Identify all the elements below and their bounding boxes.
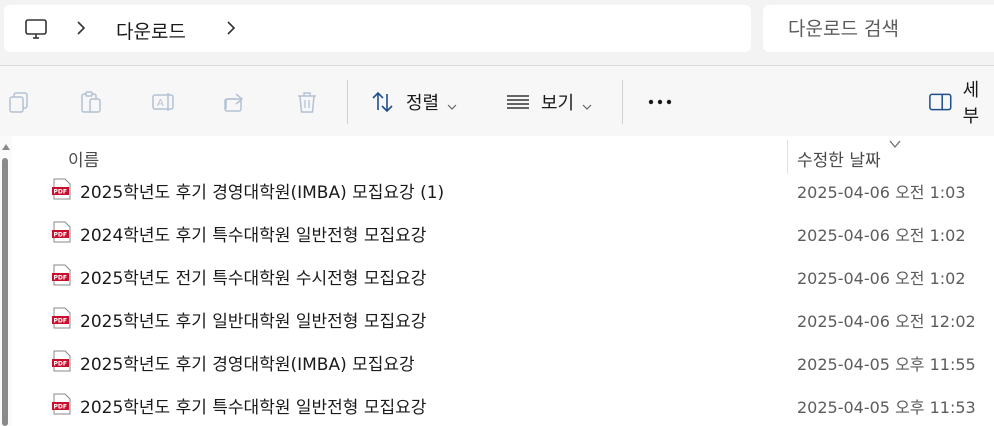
paste-icon	[81, 91, 101, 113]
view-label: 보기	[541, 93, 575, 114]
details-pane-button[interactable]: 세부	[928, 80, 994, 127]
trash-icon	[298, 92, 316, 113]
share-button[interactable]	[222, 88, 248, 116]
svg-text:PDF: PDF	[54, 361, 67, 368]
rename-icon: A	[152, 93, 174, 111]
view-button[interactable]: 보기	[505, 88, 592, 116]
pdf-file-icon: PDF	[52, 393, 72, 415]
file-date-modified: 2025-04-05 오후 11:55	[797, 355, 976, 374]
scroll-up-arrow-icon[interactable]	[2, 144, 10, 150]
svg-text:PDF: PDF	[54, 232, 67, 239]
sort-label: 정렬	[406, 93, 440, 114]
details-label: 세부	[962, 80, 980, 127]
file-date-modified: 2025-04-05 오후 11:53	[797, 398, 976, 417]
file-name: 2025학년도 후기 특수대학원 일반전형 모집요강	[80, 398, 427, 418]
chevron-down-icon	[582, 97, 592, 110]
address-bar[interactable]: 다운로드	[4, 5, 751, 52]
file-row[interactable]: PDF 2025학년도 전기 특수대학원 수시전형 모집요강 2025-04-0…	[44, 256, 994, 294]
search-box[interactable]	[763, 5, 994, 52]
paste-button[interactable]	[78, 88, 104, 116]
pdf-file-icon: PDF	[52, 350, 72, 372]
file-row[interactable]: PDF 2025학년도 후기 경영대학원(IMBA) 모집요강 2025-04-…	[44, 342, 994, 380]
pdf-file-icon: PDF	[52, 264, 72, 286]
file-date-modified: 2025-04-06 오전 12:02	[797, 312, 976, 331]
pdf-file-icon: PDF	[52, 178, 72, 200]
details-pane-icon	[929, 93, 952, 111]
more-options-button[interactable]	[647, 88, 673, 116]
search-input[interactable]	[763, 5, 994, 52]
file-name: 2024학년도 후기 특수대학원 일반전형 모집요강	[80, 226, 427, 246]
file-name: 2025학년도 후기 일반대학원 일반전형 모집요강	[80, 312, 427, 332]
svg-text:PDF: PDF	[54, 275, 67, 282]
file-date-modified: 2025-04-06 오전 1:02	[797, 269, 966, 288]
chevron-right-icon[interactable]	[74, 19, 88, 37]
sort-descending-chevron-icon	[889, 134, 901, 148]
copy-button[interactable]	[6, 88, 32, 116]
file-name: 2025학년도 후기 경영대학원(IMBA) 모집요강	[80, 355, 415, 375]
file-row[interactable]: PDF 2025학년도 후기 경영대학원(IMBA) 모집요강 (1) 2025…	[44, 170, 994, 208]
this-pc-icon[interactable]	[24, 17, 48, 41]
file-row[interactable]: PDF 2024학년도 후기 특수대학원 일반전형 모집요강 2025-04-0…	[44, 213, 994, 251]
column-header-date-modified[interactable]: 수정한 날짜	[797, 146, 881, 171]
scroll-thumb[interactable]	[2, 158, 8, 426]
file-name: 2025학년도 전기 특수대학원 수시전형 모집요강	[80, 269, 427, 289]
share-icon	[224, 93, 244, 112]
more-dots-icon	[648, 99, 672, 105]
command-bar: A 정렬 보기 세부	[0, 65, 994, 137]
file-row[interactable]: PDF 2025학년도 후기 일반대학원 일반전형 모집요강 2025-04-0…	[44, 299, 994, 337]
svg-text:PDF: PDF	[54, 189, 67, 196]
column-separator[interactable]	[787, 140, 788, 174]
chevron-down-icon	[447, 97, 457, 110]
delete-button[interactable]	[294, 88, 320, 116]
breadcrumb-downloads[interactable]: 다운로드	[116, 17, 186, 44]
view-list-icon	[507, 95, 529, 109]
file-row[interactable]: PDF 2025학년도 후기 특수대학원 일반전형 모집요강 2025-04-0…	[44, 385, 994, 423]
file-date-modified: 2025-04-06 오전 1:03	[797, 183, 966, 202]
chevron-right-icon[interactable]	[224, 19, 238, 37]
toolbar-divider	[622, 80, 623, 124]
rename-button[interactable]: A	[150, 88, 176, 116]
file-list: 이름 수정한 날짜 PDF 2025학년도 후기 경영대학원(IMBA) 모집요…	[0, 136, 994, 426]
sort-button[interactable]: 정렬	[370, 88, 457, 116]
vertical-scrollbar[interactable]	[0, 136, 12, 426]
file-date-modified: 2025-04-06 오전 1:02	[797, 226, 966, 245]
svg-text:PDF: PDF	[54, 404, 67, 411]
pdf-file-icon: PDF	[52, 307, 72, 329]
copy-icon	[9, 92, 28, 113]
svg-text:A: A	[157, 98, 164, 109]
sort-icon	[372, 91, 393, 113]
column-header-name[interactable]: 이름	[68, 146, 99, 171]
toolbar-divider	[347, 80, 348, 124]
pdf-file-icon: PDF	[52, 221, 72, 243]
file-name: 2025학년도 후기 경영대학원(IMBA) 모집요강 (1)	[80, 183, 445, 203]
svg-text:PDF: PDF	[54, 318, 67, 325]
